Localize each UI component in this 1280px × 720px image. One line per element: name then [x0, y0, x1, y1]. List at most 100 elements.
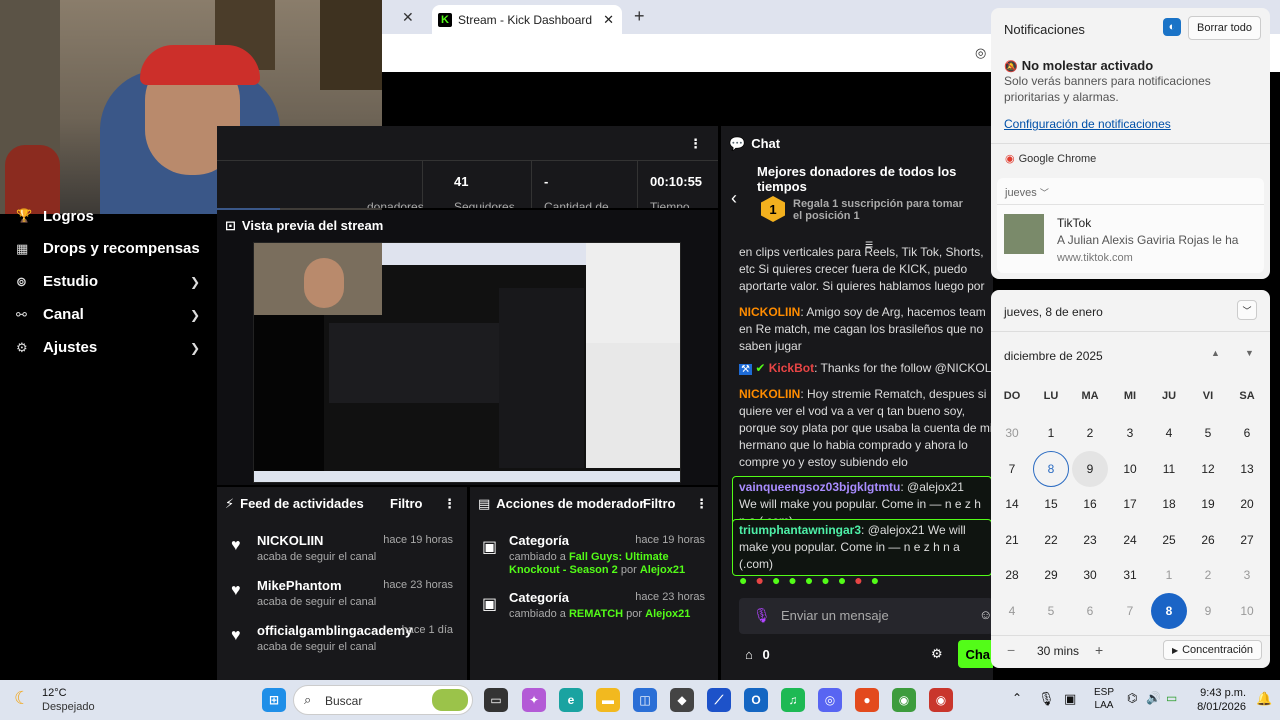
- clock-time[interactable]: 9:43 p.m.: [1196, 687, 1246, 699]
- calendar-day[interactable]: 16: [1072, 486, 1108, 522]
- calendar-day[interactable]: 8: [1033, 450, 1069, 487]
- notification-bell-icon[interactable]: 🔔: [1256, 691, 1272, 707]
- emote-icon[interactable]: ●: [772, 572, 780, 588]
- emote-icon[interactable]: ●: [871, 572, 879, 588]
- month-next-icon[interactable]: ▼: [1245, 348, 1254, 358]
- language-indicator[interactable]: ESP LAA: [1094, 686, 1114, 712]
- volume-icon[interactable]: 🔊: [1146, 691, 1161, 705]
- chat-send-button[interactable]: Cha: [958, 640, 993, 668]
- calendar-day[interactable]: 25: [1151, 522, 1187, 558]
- calendar-day[interactable]: 13: [1229, 451, 1265, 487]
- calendar-month[interactable]: diciembre de 2025: [1004, 349, 1103, 363]
- battery-icon[interactable]: ▭: [1166, 691, 1177, 705]
- chat-settings-icon[interactable]: ⚙: [931, 646, 943, 662]
- calendar-day[interactable]: 23: [1072, 522, 1108, 558]
- dnd-toggle-icon[interactable]: ◐: [1163, 18, 1181, 36]
- chat-input[interactable]: 🎙 Enviar un mensaje ☺: [739, 598, 993, 634]
- emote-icon[interactable]: ●: [739, 572, 747, 588]
- calendar-day[interactable]: 27: [1229, 522, 1265, 558]
- increase-minutes-button[interactable]: +: [1095, 642, 1103, 658]
- chat-username[interactable]: NICKOLIIN: [739, 387, 800, 401]
- discord-icon[interactable]: ◎: [818, 688, 842, 712]
- calendar-day[interactable]: 9: [1072, 450, 1108, 487]
- sidebar-item-ajustes[interactable]: ⚙ Ajustes ❯: [16, 339, 200, 356]
- calendar-day[interactable]: 10: [1229, 593, 1265, 629]
- chevron-left-icon[interactable]: ‹: [731, 188, 737, 209]
- calendar-day[interactable]: 11: [1151, 451, 1187, 487]
- points-display[interactable]: ⌂ 0: [745, 647, 770, 662]
- calendar-day[interactable]: 28: [994, 557, 1030, 593]
- close-tab-icon[interactable]: ✕: [402, 9, 414, 26]
- calendar-day[interactable]: 6: [1229, 415, 1265, 451]
- chevron-up-icon[interactable]: ⌃: [1012, 691, 1022, 705]
- spotify-icon[interactable]: ♫: [781, 688, 805, 712]
- stream-video[interactable]: [253, 242, 681, 483]
- calendar-day[interactable]: 5: [1033, 593, 1069, 629]
- calendar-day[interactable]: 8: [1151, 592, 1187, 629]
- user-link[interactable]: Alejox21: [645, 608, 690, 620]
- search-box[interactable]: ⌕ Buscar: [293, 685, 473, 715]
- chat-username[interactable]: KickBot: [769, 361, 814, 375]
- chrome-icon[interactable]: ◉: [929, 688, 953, 712]
- calendar-day[interactable]: 2: [1072, 415, 1108, 451]
- close-tab-icon[interactable]: ✕: [603, 12, 614, 28]
- focus-button[interactable]: ▶ Concentración: [1163, 640, 1262, 660]
- weather-temp[interactable]: 12°C: [42, 687, 67, 699]
- outlook-icon[interactable]: O: [744, 688, 768, 712]
- file-explorer-icon[interactable]: ▬: [596, 688, 620, 712]
- clock-date[interactable]: 8/01/2026: [1196, 701, 1246, 713]
- wifi-icon[interactable]: ⌬: [1127, 691, 1137, 705]
- calendar-day[interactable]: 15: [1033, 486, 1069, 522]
- calendar-day[interactable]: 21: [994, 522, 1030, 558]
- chrome-profile-icon[interactable]: ◉: [892, 688, 916, 712]
- emote-icon[interactable]: ●: [755, 572, 763, 588]
- calendar-day[interactable]: 30: [994, 415, 1030, 451]
- calendar-day[interactable]: 2: [1190, 557, 1226, 593]
- chat-username[interactable]: triumphantawningar3: [739, 523, 861, 537]
- filter-button[interactable]: Filtro: [390, 496, 423, 511]
- calendar-day[interactable]: 20: [1229, 486, 1265, 522]
- list-item[interactable]: ♥ NICKOLIIN hace 19 horas acaba de segui…: [217, 529, 467, 573]
- calendar-day[interactable]: 7: [994, 451, 1030, 487]
- notification-card[interactable]: jueves ﹀ TikTok A Julian Alexis Gaviria …: [997, 178, 1264, 273]
- calendar-day[interactable]: 19: [1190, 486, 1226, 522]
- sidebar-item-estudio[interactable]: ⊚ Estudio ❯: [16, 273, 200, 290]
- sidebar-item-canal[interactable]: ⚯ Canal ❯: [16, 306, 200, 323]
- clear-all-button[interactable]: Borrar todo: [1188, 16, 1261, 40]
- microphone-icon[interactable]: 🎙: [753, 607, 771, 624]
- vscode-icon[interactable]: ⟋: [707, 688, 731, 712]
- calendar-day[interactable]: 24: [1112, 522, 1148, 558]
- calendar-day[interactable]: 30: [1072, 557, 1108, 593]
- calendar-day[interactable]: 18: [1151, 486, 1187, 522]
- decrease-minutes-button[interactable]: −: [1007, 642, 1015, 658]
- notification-settings-link[interactable]: Configuración de notificaciones: [1004, 117, 1171, 131]
- list-item[interactable]: ♥ MikePhantom hace 23 horas acaba de seg…: [217, 574, 467, 618]
- new-tab-icon[interactable]: +: [634, 6, 645, 27]
- calendar-day[interactable]: 29: [1033, 557, 1069, 593]
- calendar-day[interactable]: 22: [1033, 522, 1069, 558]
- device-icon[interactable]: ▣: [1064, 691, 1076, 707]
- calendar-day[interactable]: 1: [1033, 415, 1069, 451]
- copilot-icon[interactable]: ✦: [522, 688, 546, 712]
- calendar-day[interactable]: 14: [994, 486, 1030, 522]
- calendar-day[interactable]: 10: [1112, 451, 1148, 487]
- tab-kick-dashboard[interactable]: K Stream - Kick Dashboard ✕: [432, 5, 622, 34]
- app-icon[interactable]: ◆: [670, 688, 694, 712]
- emote-icon[interactable]: ●: [788, 572, 796, 588]
- emote-icon[interactable]: ●: [805, 572, 813, 588]
- calendar-day[interactable]: 3: [1229, 557, 1265, 593]
- emote-icon[interactable]: ●: [854, 572, 862, 588]
- calendar-day[interactable]: 1: [1151, 557, 1187, 593]
- calendar-day[interactable]: 17: [1112, 486, 1148, 522]
- windows-start-icon[interactable]: ⊞: [262, 688, 286, 712]
- app-icon[interactable]: ●: [855, 688, 879, 712]
- emote-icon[interactable]: ●: [838, 572, 846, 588]
- calendar-day[interactable]: 26: [1190, 522, 1226, 558]
- calendar-day[interactable]: 3: [1112, 415, 1148, 451]
- more-options-icon[interactable]: ⋮: [695, 496, 708, 512]
- more-options-icon[interactable]: ⋮: [443, 496, 456, 512]
- category-name[interactable]: REMATCH: [569, 608, 623, 620]
- user-link[interactable]: Alejox21: [640, 564, 685, 576]
- chat-username[interactable]: NICKOLIIN: [739, 305, 800, 319]
- month-prev-icon[interactable]: ▲: [1211, 348, 1220, 358]
